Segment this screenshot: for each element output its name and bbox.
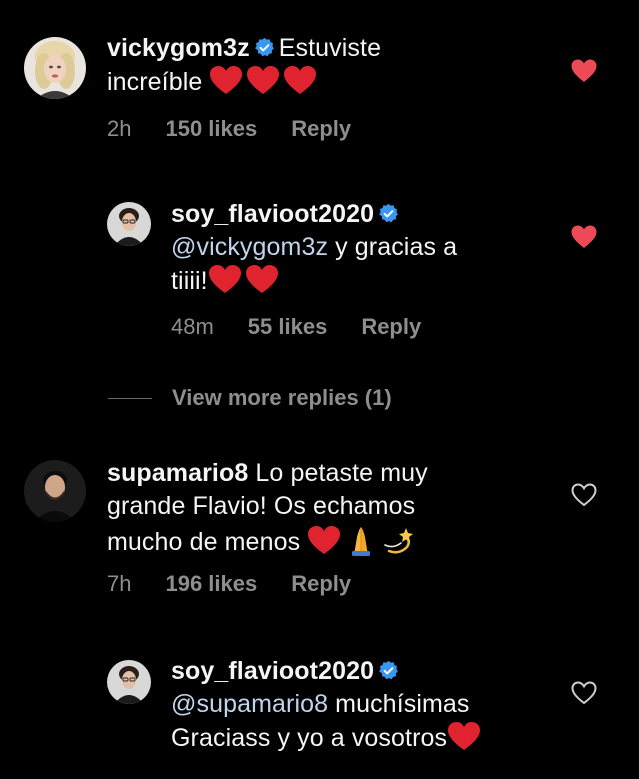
- comment-text-line2: increíble: [107, 68, 203, 96]
- reply-soy-flavioot2020: soy_flavioot2020 @vickygom3z y gracias a…: [0, 180, 639, 370]
- view-more-replies-button[interactable]: View more replies (1): [108, 385, 392, 411]
- avatar[interactable]: [107, 660, 151, 704]
- heart-filled-icon[interactable]: [570, 58, 598, 84]
- username[interactable]: supamario8: [107, 459, 248, 487]
- red-heart-emoji: [283, 65, 317, 95]
- comment-text: Lo petaste muy: [255, 459, 428, 487]
- view-more-replies-label: View more replies (1): [172, 385, 392, 410]
- red-heart-emoji: [307, 525, 341, 555]
- reply-button[interactable]: Reply: [291, 571, 351, 597]
- comment-text: muchísimas: [328, 690, 470, 718]
- comment-supamario8: supamario8 Lo petaste muy grande Flavio!…: [0, 440, 639, 620]
- mention-link[interactable]: @vickygom3z: [171, 233, 328, 261]
- comment-vickygom3z: vickygom3z Estuviste increíble 2h 150 lik…: [0, 0, 639, 180]
- reply-button[interactable]: Reply: [361, 314, 421, 340]
- comment-text-line2: tiiii!: [171, 267, 208, 295]
- comment-text: y gracias a: [328, 233, 458, 261]
- comment-text-line2: grande Flavio! Os echamos: [107, 492, 416, 520]
- username[interactable]: soy_flavioot2020: [171, 200, 374, 228]
- heart-outline-icon[interactable]: [570, 482, 598, 508]
- likes-count[interactable]: 55 likes: [248, 314, 328, 340]
- comment-meta: 48m 55 likes Reply: [171, 314, 421, 340]
- reply-button[interactable]: Reply: [291, 116, 351, 142]
- comment-text-line3: mucho de menos: [107, 528, 301, 556]
- avatar[interactable]: [24, 37, 86, 99]
- comment-meta: 7h 196 likes Reply: [107, 571, 351, 597]
- red-heart-emoji: [209, 65, 243, 95]
- divider-line: [108, 397, 152, 399]
- likes-count[interactable]: 196 likes: [165, 571, 257, 597]
- verified-badge-icon: [254, 37, 275, 58]
- heart-filled-icon[interactable]: [570, 224, 598, 250]
- red-heart-emoji: [447, 721, 481, 751]
- dizzy-emoji: [381, 523, 415, 557]
- avatar[interactable]: [24, 460, 86, 522]
- timestamp: 7h: [107, 571, 132, 596]
- comments-screen: vickygom3z Estuviste increíble 2h 150 lik…: [0, 0, 639, 779]
- reply-soy-flavioot2020-2: soy_flavioot2020 @supamario8 muchísimas …: [0, 640, 639, 779]
- username[interactable]: soy_flavioot2020: [171, 657, 374, 685]
- timestamp: 48m: [171, 314, 214, 339]
- verified-badge-icon: [378, 660, 399, 681]
- verified-badge-icon: [378, 203, 399, 224]
- folded-hands-emoji: [344, 523, 378, 557]
- likes-count[interactable]: 150 likes: [165, 116, 257, 142]
- comment-meta: 2h 150 likes Reply: [107, 116, 351, 142]
- mention-link[interactable]: @supamario8: [171, 690, 328, 718]
- red-heart-emoji: [246, 65, 280, 95]
- timestamp: 2h: [107, 116, 132, 141]
- heart-outline-icon[interactable]: [570, 680, 598, 706]
- red-heart-emoji: [245, 264, 279, 294]
- username[interactable]: vickygom3z: [107, 34, 250, 62]
- comment-text-line2: Graciass y yo a vosotros: [171, 724, 448, 752]
- avatar[interactable]: [107, 202, 151, 246]
- comment-text: Estuviste: [278, 34, 382, 62]
- red-heart-emoji: [208, 264, 242, 294]
